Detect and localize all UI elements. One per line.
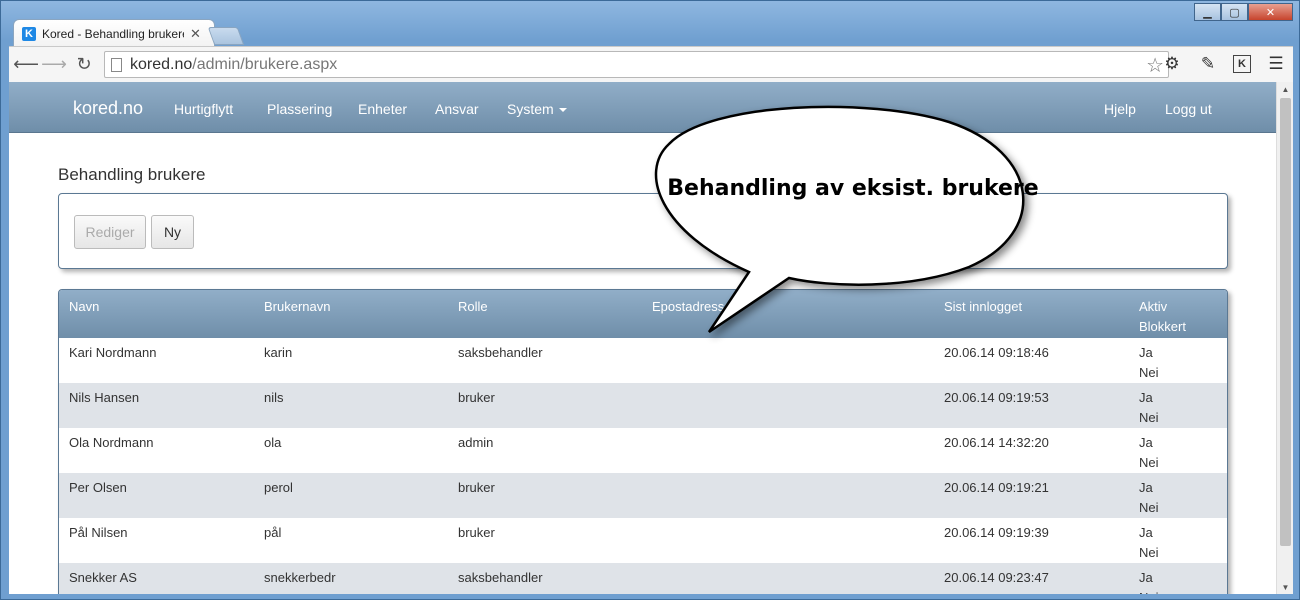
maximize-button[interactable]: ▢	[1221, 3, 1248, 21]
tab-close-icon[interactable]: ✕	[190, 26, 201, 42]
page-viewport: kored.no Hurtigflytt Plassering Enheter …	[9, 82, 1293, 594]
tab-strip: K Kored - Behandling brukere ✕	[9, 15, 1189, 47]
kored-favicon-icon: K	[22, 26, 36, 41]
url-host: kored.no	[130, 55, 193, 73]
close-window-button[interactable]: ✕	[1248, 3, 1293, 21]
eyedropper-extension-icon[interactable]: ✎	[1197, 51, 1219, 77]
tab-title: Kored - Behandling brukere	[42, 26, 184, 41]
minimize-button[interactable]: ▁	[1194, 3, 1221, 21]
forward-icon[interactable]: ⟶	[41, 52, 67, 78]
speech-bubble-shape	[654, 105, 1025, 334]
scroll-thumb[interactable]	[1280, 98, 1291, 546]
kored-extension-icon[interactable]: K	[1233, 55, 1251, 73]
scroll-down-icon[interactable]: ▼	[1277, 580, 1293, 594]
vertical-scrollbar[interactable]: ▲ ▼	[1276, 82, 1293, 594]
page-icon	[111, 57, 122, 72]
new-tab-button[interactable]	[207, 27, 245, 45]
settings-gear-icon[interactable]: ⚙	[1161, 51, 1183, 77]
back-icon[interactable]: ⟵	[13, 52, 39, 78]
url-path: /admin/brukere.aspx	[192, 55, 338, 73]
reload-icon[interactable]: ↻	[71, 52, 97, 78]
window-controls: ▁ ▢ ✕	[1194, 3, 1293, 21]
address-bar[interactable]: kored.no/admin/brukere.aspx ☆	[104, 51, 1169, 78]
annotation-speech-bubble: Behandling av eksist. brukere	[654, 105, 1039, 334]
menu-icon[interactable]: ☰	[1265, 51, 1287, 77]
browser-window: K Kored - Behandling brukere ✕ ▁ ▢ ✕ ⟵ ⟶…	[0, 0, 1300, 600]
browser-toolbar: ⟵ ⟶ ↻ kored.no/admin/brukere.aspx ☆ ⚙ ✎ …	[9, 46, 1293, 82]
scroll-up-icon[interactable]: ▲	[1277, 82, 1293, 96]
tab-active[interactable]: K Kored - Behandling brukere ✕	[13, 19, 215, 47]
annotation-text: Behandling av eksist. brukere	[667, 176, 1038, 201]
